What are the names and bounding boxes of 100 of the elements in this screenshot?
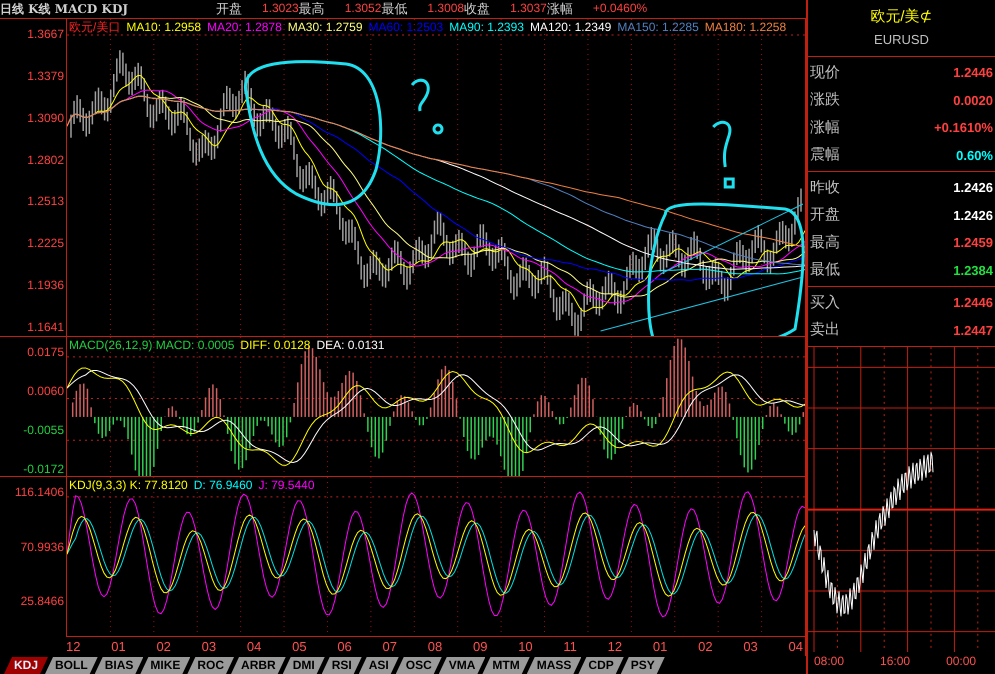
indicator-tab[interactable]: ARBR [231,657,286,674]
axis-label: 04 [246,638,262,656]
quote-value: 1.2446 [953,64,993,82]
header-value: 1.3023 [262,0,299,18]
axis-label: 04 [788,638,803,656]
header-label: 最低 [381,0,408,18]
quote-label: 涨跌 [810,90,840,110]
header-label: 涨幅 [546,0,573,18]
quote-value: +0.1610% [934,119,993,137]
legend-label: KDJ(9,3,3) K: 77.8120 [69,477,188,493]
instrument-symbol: EURUSD [874,33,929,47]
legend-label: D: 76.9460 [194,477,252,493]
indicator-tab[interactable]: ASI [358,657,399,674]
legend-label: MACD(26,12,9) MACD: 0.0005 [69,337,234,353]
quote-value: 1.2384 [953,262,993,280]
quote-label: 开盘 [810,205,840,225]
axis-label: 1.1936 [27,278,64,292]
indicator-tab[interactable]: MIKE [140,657,190,674]
axis-label: 07 [382,638,397,656]
question-mark-drawing [410,78,444,134]
axis-label: 03 [202,638,216,656]
header-label: 开盘 [216,0,242,18]
time-label: 00:00 [946,653,976,670]
legend-label: J: 79.5440 [258,477,314,493]
quote-label: 昨收 [810,178,840,198]
quote-label: 卖出 [810,320,840,340]
axis-label: 25.8466 [20,594,64,608]
axis-label: 0.0175 [27,345,64,359]
legend-label: MA90: 1.2393 [449,19,524,35]
header-value: +0.0460% [592,0,648,18]
axis-label: -0.0172 [23,462,64,476]
axis-label: 1.2802 [27,152,64,167]
header-value: 1.3052 [344,0,382,18]
quote-value: 0.0020 [953,92,993,110]
legend-label: MA60: 1.2503 [368,19,444,35]
quote-value: 1.2459 [953,234,993,252]
indicator-tab[interactable]: OSC [396,657,442,674]
quote-value: 1.2426 [953,179,993,197]
axis-label: 1.2225 [27,236,64,250]
axis-label: 02 [698,638,713,656]
quote-value: 1.2426 [953,206,993,224]
axis-label: 116.1406 [14,485,64,499]
axis-label: 09 [472,638,488,656]
quote-label: 涨幅 [810,118,840,138]
indicator-tab[interactable]: BOLL [45,657,98,674]
indicator-tab[interactable]: RSI [322,657,362,674]
quote-label: 现价 [810,62,840,82]
instrument-name: 欧元/美⊄ [870,9,933,25]
question-mark-drawing [712,120,735,188]
indicator-tab[interactable]: MASS [526,657,582,674]
axis-label: 70.9936 [20,540,64,554]
indicator-tab[interactable]: DMI [282,657,325,674]
indicator-tab[interactable]: VMA [438,657,486,674]
indicator-tab[interactable]: KDJ [4,657,48,674]
axis-label: 11 [563,638,577,656]
axis-label: 08 [428,638,442,656]
indicator-tab[interactable]: CDP [578,657,624,674]
legend-label: MA10: 1.2958 [126,19,202,35]
indicator-tab[interactable]: PSY [620,657,665,674]
legend-label: MA20: 1.2878 [207,19,282,35]
axis-label: 06 [337,638,352,656]
quote-value: 1.2446 [953,294,993,312]
axis-label: -0.0055 [23,423,64,437]
header-value: 1.3037 [510,0,547,18]
header-label: 最高 [298,0,325,18]
legend-label: MA120: 1.2349 [530,19,612,35]
time-label: 16:00 [880,653,910,670]
indicator-tab[interactable]: ROC [187,657,234,674]
axis-label: 1.1641 [27,320,64,334]
quote-value: 1.2447 [953,322,993,340]
axis-label: 1.3379 [27,68,64,83]
chart-title: 日线 K线 MACD KDJ [0,1,130,18]
legend-label: MA30: 1.2759 [288,19,362,35]
legend-label: DEA: 0.0131 [316,337,384,353]
legend-label: MA180: 1.2258 [704,19,786,35]
indicator-tab[interactable]: MTM [482,657,530,674]
quote-label: 买入 [810,292,840,312]
time-label: 08:00 [814,653,844,670]
quote-value: 0.60% [956,146,993,164]
header-value: 1.3008 [427,0,464,18]
legend-label: 欧元/美口 [69,19,120,35]
axis-label: 03 [743,638,758,656]
indicator-tab[interactable]: BIAS [94,657,144,674]
axis-label: 1.3667 [27,27,64,41]
header-label: 收盘 [464,0,490,18]
axis-label: 10 [518,638,533,656]
axis-label: 02 [156,638,171,656]
axis-label: 12 [608,638,622,656]
axis-label: 0.0060 [27,384,64,398]
axis-label: 01 [652,638,668,656]
quote-label: 最高 [810,232,840,252]
axis-label: 05 [292,638,307,656]
axis-label: 1.3090 [27,110,64,125]
quote-label: 震幅 [810,145,840,165]
legend-label: DIFF: 0.0128 [240,337,310,353]
axis-label: 1.2513 [27,194,64,208]
axis-label: 12 [66,638,80,656]
axis-label: 01 [111,638,126,656]
legend-label: MA150: 1.2285 [617,19,699,35]
quote-label: 最低 [810,260,840,280]
